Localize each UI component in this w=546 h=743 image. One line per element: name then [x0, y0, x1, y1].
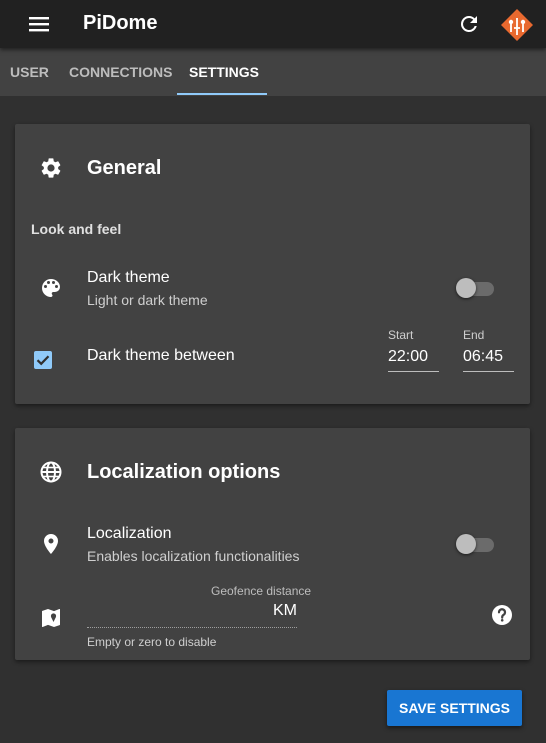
tab-settings[interactable]: SETTINGS	[189, 48, 259, 96]
geofence-unit: KM	[273, 602, 297, 619]
end-time-value: 06:45	[463, 348, 504, 365]
start-time-input[interactable]: 22:00	[388, 348, 439, 372]
toggle-thumb	[456, 278, 476, 298]
localization-card-title: Localization options	[87, 461, 281, 483]
map-icon	[39, 606, 63, 630]
geofence-distance-input[interactable]: KM	[87, 598, 297, 628]
location-pin-icon	[39, 532, 63, 556]
gear-icon	[39, 156, 63, 180]
active-tab-indicator	[177, 93, 267, 95]
menu-icon[interactable]	[27, 14, 51, 34]
general-card-title: General	[87, 157, 162, 179]
geofence-distance-label: Geofence distance	[211, 584, 312, 598]
localization-subtitle: Enables localization functionalities	[87, 548, 300, 564]
tab-user[interactable]: USER	[10, 48, 49, 96]
app-title: PiDome	[83, 12, 158, 34]
app-bar: PiDome	[0, 0, 546, 48]
pidome-logo-icon	[500, 8, 534, 42]
general-settings-card: General Look and feel Dark theme Light o…	[15, 124, 530, 404]
dark-theme-between-checkbox[interactable]	[34, 351, 52, 369]
end-time-input[interactable]: 06:45	[463, 348, 514, 372]
geofence-hint: Empty or zero to disable	[87, 635, 217, 649]
dark-theme-subtitle: Light or dark theme	[87, 292, 208, 308]
dark-theme-between-label: Dark theme between	[87, 347, 235, 364]
localization-options-card: Localization options Localization Enable…	[15, 428, 530, 660]
save-settings-button[interactable]: SAVE SETTINGS	[387, 690, 522, 726]
localization-title: Localization	[87, 525, 172, 542]
globe-icon	[39, 460, 63, 484]
dark-theme-toggle[interactable]	[456, 278, 494, 298]
start-time-value: 22:00	[388, 348, 429, 365]
help-icon[interactable]	[491, 604, 513, 626]
palette-icon	[39, 276, 63, 300]
localization-toggle[interactable]	[456, 534, 494, 554]
end-time-label: End	[463, 328, 485, 342]
dark-theme-title: Dark theme	[87, 269, 170, 286]
tab-bar: USER CONNECTIONS SETTINGS	[0, 48, 546, 96]
toggle-thumb	[456, 534, 476, 554]
refresh-icon[interactable]	[457, 12, 481, 36]
start-time-label: Start	[388, 328, 414, 342]
look-and-feel-subheader: Look and feel	[31, 221, 122, 237]
tab-connections[interactable]: CONNECTIONS	[69, 48, 172, 96]
